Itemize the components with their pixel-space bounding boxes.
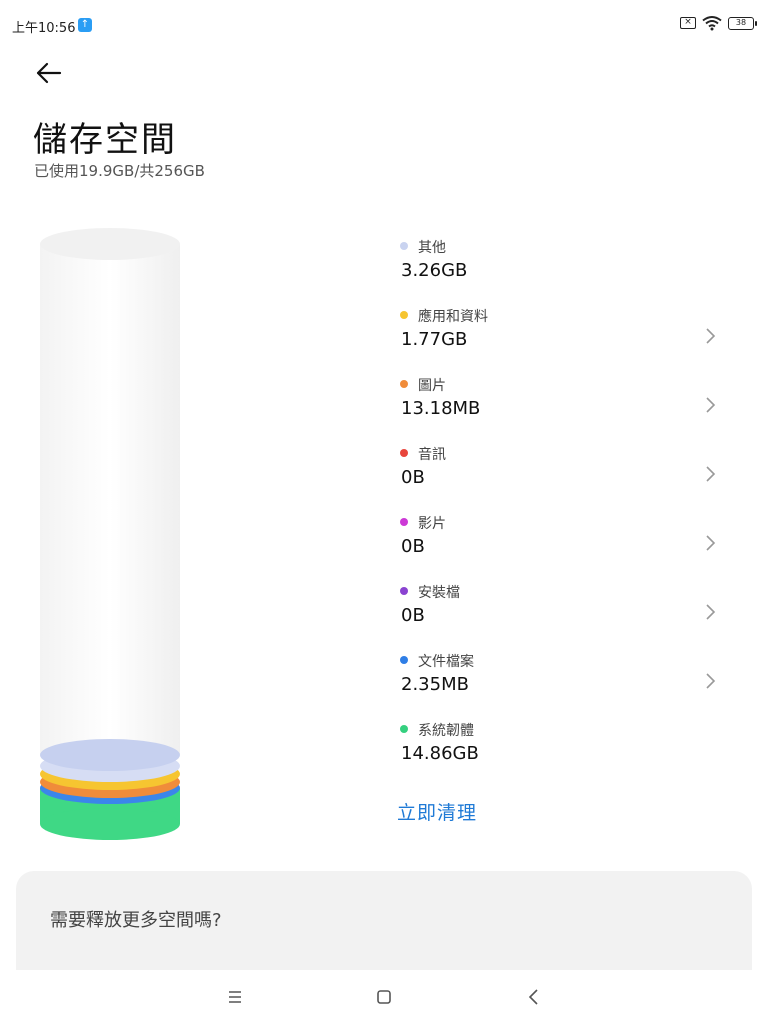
wifi-icon xyxy=(702,16,722,31)
category-size: 3.26GB xyxy=(401,260,468,281)
category-name: 應用和資料 xyxy=(418,309,488,325)
images-dot xyxy=(400,380,408,388)
documents-dot xyxy=(400,656,408,664)
category-item-apps[interactable]: 應用和資料 1.77GB xyxy=(392,304,732,364)
category-item-installers[interactable]: 安裝檔 0B xyxy=(392,580,732,640)
apps-dot xyxy=(400,311,408,319)
category-name: 系統韌體 xyxy=(418,723,474,739)
installers-dot xyxy=(400,587,408,595)
category-item-system: 系統韌體 14.86GB xyxy=(392,718,732,778)
free-space-card-title: 需要釋放更多空間嗎? xyxy=(50,910,222,931)
videos-dot xyxy=(400,518,408,526)
category-item-audio[interactable]: 音訊 0B xyxy=(392,442,732,502)
chevron-right-icon xyxy=(706,535,716,551)
chevron-right-icon xyxy=(706,673,716,689)
chevron-right-icon xyxy=(706,466,716,482)
upload-arrow-icon: ↑ xyxy=(78,18,92,32)
category-name: 其他 xyxy=(418,240,446,256)
category-name: 文件檔案 xyxy=(418,654,474,670)
back-arrow-button[interactable] xyxy=(30,58,66,88)
usage-summary: 已使用19.9GB/共256GB xyxy=(34,162,205,180)
storage-cylinder xyxy=(40,228,180,840)
category-name: 音訊 xyxy=(418,447,446,463)
category-size: 2.35MB xyxy=(401,674,469,695)
category-name: 影片 xyxy=(418,516,446,532)
system-dot xyxy=(400,725,408,733)
home-icon[interactable] xyxy=(371,984,397,1010)
category-size: 13.18MB xyxy=(401,398,481,419)
navigation-bar xyxy=(0,970,768,1024)
no-sim-icon: × xyxy=(680,17,696,29)
category-item-other: 其他 3.26GB xyxy=(392,235,732,295)
chevron-right-icon xyxy=(706,604,716,620)
category-size: 1.77GB xyxy=(401,329,468,350)
category-size: 0B xyxy=(401,467,425,488)
page-title: 儲存空間 xyxy=(33,120,177,160)
other-dot xyxy=(400,242,408,250)
chevron-right-icon xyxy=(706,328,716,344)
status-time: 上午10:56 xyxy=(12,21,76,36)
category-size: 0B xyxy=(401,536,425,557)
category-item-images[interactable]: 圖片 13.18MB xyxy=(392,373,732,433)
battery-icon: 38 xyxy=(728,16,757,30)
category-item-documents[interactable]: 文件檔案 2.35MB xyxy=(392,649,732,709)
category-name: 安裝檔 xyxy=(418,585,460,601)
category-name: 圖片 xyxy=(418,378,446,394)
status-icons: × 38 xyxy=(680,15,757,31)
category-size: 14.86GB xyxy=(401,743,479,764)
status-bar: 上午10:56 ↑ × 38 xyxy=(0,0,768,52)
category-item-videos[interactable]: 影片 0B xyxy=(392,511,732,571)
clean-now-button[interactable]: 立即清理 xyxy=(397,798,477,825)
category-size: 0B xyxy=(401,605,425,626)
back-icon[interactable] xyxy=(521,984,547,1010)
audio-dot xyxy=(400,449,408,457)
chevron-right-icon xyxy=(706,397,716,413)
menu-icon[interactable] xyxy=(222,984,248,1010)
